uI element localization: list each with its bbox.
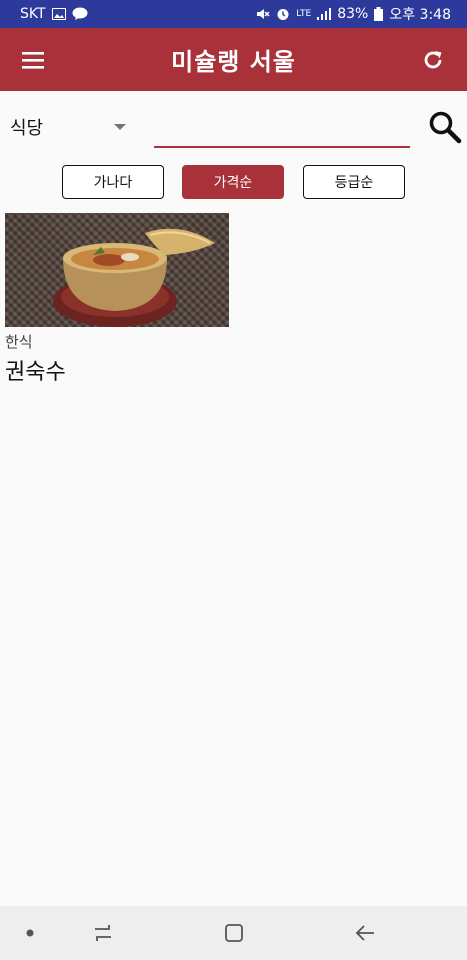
app-bar: 미슐랭 서울 xyxy=(0,28,467,91)
navigation-bar xyxy=(0,906,467,960)
category-dropdown[interactable]: 식당 xyxy=(10,112,130,142)
alarm-icon xyxy=(276,7,290,21)
restaurant-photo xyxy=(5,213,229,327)
category-dropdown-value: 식당 xyxy=(10,118,44,139)
sort-grade-button[interactable]: 등급순 xyxy=(303,165,405,199)
refresh-icon[interactable] xyxy=(419,46,447,74)
recent-apps-icon[interactable] xyxy=(88,906,118,960)
search-row: 식당 xyxy=(0,104,467,156)
restaurant-name: 권숙수 xyxy=(5,360,66,385)
clock-label: 오후 3:48 xyxy=(389,7,451,23)
status-right: LTE 83% 오후 3:48 xyxy=(256,4,451,24)
gallery-notification-icon xyxy=(51,8,66,20)
network-type-label: LTE xyxy=(296,9,312,19)
back-icon[interactable] xyxy=(350,906,380,960)
battery-icon xyxy=(374,7,384,21)
mute-icon xyxy=(256,7,270,21)
menu-icon[interactable] xyxy=(20,46,48,74)
screen: SKT LTE 83% 오후 3:48 미슐랭 서울 식당 가나다 가격순 등급… xyxy=(0,0,467,960)
talk-notification-icon xyxy=(72,7,88,21)
restaurant-category: 한식 xyxy=(5,333,33,351)
sort-row: 가나다 가격순 등급순 xyxy=(0,165,467,200)
sort-alphabetical-button[interactable]: 가나다 xyxy=(62,165,164,199)
app-title: 미슐랭 서울 xyxy=(171,47,296,76)
signal-icon xyxy=(317,8,332,20)
restaurant-card[interactable]: 한식 권숙수 xyxy=(5,213,229,386)
search-input[interactable] xyxy=(154,112,410,148)
nav-dot-icon[interactable] xyxy=(20,906,40,960)
status-left: SKT xyxy=(20,6,88,22)
home-icon[interactable] xyxy=(219,906,249,960)
battery-percent-label: 83% xyxy=(337,6,369,22)
carrier-label: SKT xyxy=(20,6,46,22)
sort-price-button[interactable]: 가격순 xyxy=(182,165,284,199)
caret-down-icon xyxy=(114,124,126,130)
search-icon[interactable] xyxy=(428,110,462,144)
status-bar: SKT LTE 83% 오후 3:48 xyxy=(0,0,467,28)
